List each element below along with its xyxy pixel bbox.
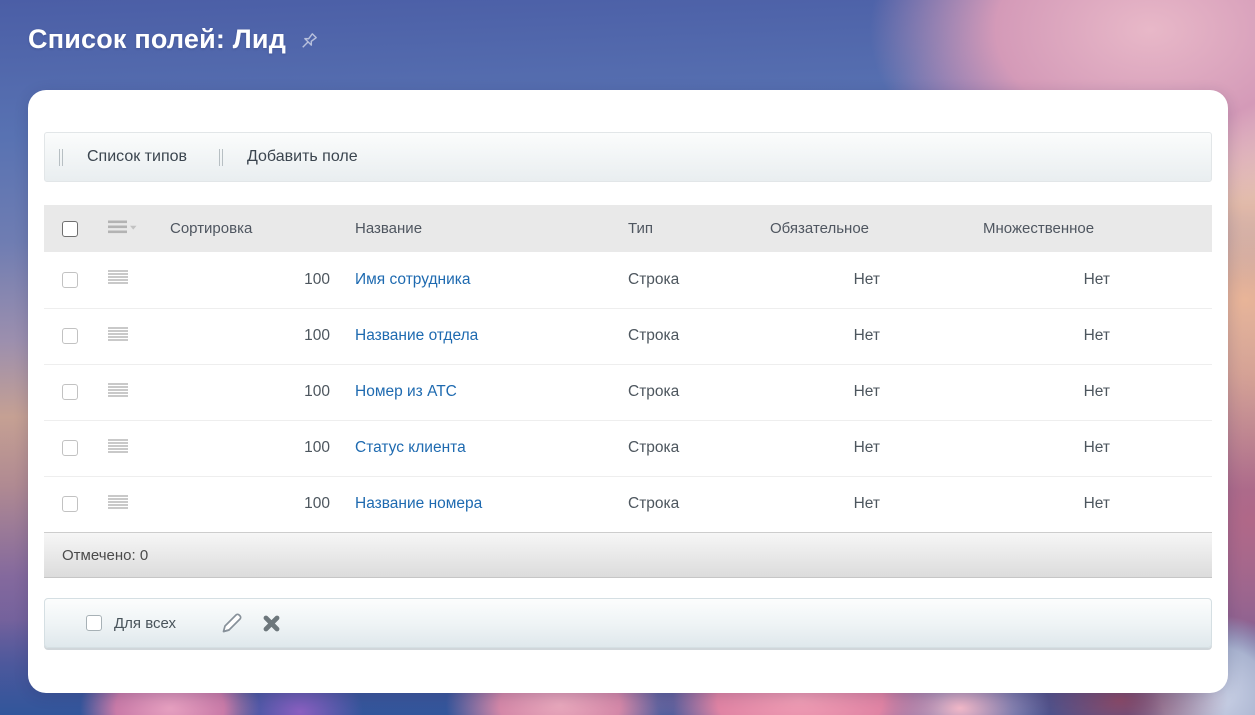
sort-value: 100 [152, 252, 340, 308]
sort-value: 100 [152, 308, 340, 364]
table-row: 100 Имя сотрудника Строка Нет Нет [44, 252, 1212, 308]
for-all-checkbox[interactable] [86, 615, 102, 631]
row-checkbox[interactable] [62, 384, 78, 400]
column-header-required[interactable]: Обязательное [755, 205, 955, 252]
table-row: 100 Название отдела Строка Нет Нет [44, 308, 1212, 364]
field-name-link[interactable]: Номер из АТС [355, 383, 457, 400]
type-value: Строка [620, 252, 755, 308]
field-name-link[interactable]: Имя сотрудника [355, 271, 471, 288]
table-row: 100 Номер из АТС Строка Нет Нет [44, 364, 1212, 420]
required-value: Нет [755, 308, 955, 364]
type-value: Строка [620, 420, 755, 476]
select-all-checkbox[interactable] [62, 221, 78, 237]
type-value: Строка [620, 308, 755, 364]
drag-grip-icon[interactable] [108, 383, 128, 397]
column-header-sort[interactable]: Сортировка [152, 205, 340, 252]
row-checkbox[interactable] [62, 496, 78, 512]
sort-value: 100 [152, 364, 340, 420]
toolbar: Список типов Добавить поле [44, 132, 1212, 182]
multiple-value: Нет [955, 252, 1130, 308]
fields-table: Сортировка Название Тип Обязательное Мно… [44, 205, 1212, 532]
grid-settings-icon[interactable] [108, 219, 138, 235]
drag-grip-icon[interactable] [108, 327, 128, 341]
row-checkbox[interactable] [62, 440, 78, 456]
required-value: Нет [755, 476, 955, 532]
sort-value: 100 [152, 476, 340, 532]
drag-grip-icon[interactable] [108, 495, 128, 509]
table-row: 100 Статус клиента Строка Нет Нет [44, 420, 1212, 476]
add-field-button[interactable]: Добавить поле [223, 148, 376, 166]
field-name-link[interactable]: Статус клиента [355, 439, 466, 456]
sort-value: 100 [152, 420, 340, 476]
table-row: 100 Название номера Строка Нет Нет [44, 476, 1212, 532]
selected-count-bar: Отмечено: 0 [44, 532, 1212, 578]
multiple-value: Нет [955, 364, 1130, 420]
column-header-multiple[interactable]: Множественное [955, 205, 1130, 252]
for-all-label[interactable]: Для всех [114, 615, 176, 632]
page-title: Список полей: Лид [28, 24, 286, 55]
edit-pencil-icon[interactable] [220, 611, 244, 635]
required-value: Нет [755, 420, 955, 476]
required-value: Нет [755, 364, 955, 420]
types-list-button[interactable]: Список типов [63, 148, 205, 166]
selected-count-label: Отмечено: 0 [62, 547, 148, 564]
field-name-link[interactable]: Название номера [355, 495, 482, 512]
field-name-link[interactable]: Название отдела [355, 327, 478, 344]
drag-grip-icon[interactable] [108, 439, 128, 453]
required-value: Нет [755, 252, 955, 308]
table-header-row: Сортировка Название Тип Обязательное Мно… [44, 205, 1212, 252]
drag-grip-icon[interactable] [108, 270, 128, 284]
pin-icon[interactable] [297, 30, 320, 53]
column-header-type[interactable]: Тип [620, 205, 755, 252]
type-value: Строка [620, 364, 755, 420]
delete-cross-icon[interactable] [262, 614, 281, 633]
page-header: Список полей: Лид [28, 24, 320, 55]
group-actions-panel: Для всех [44, 598, 1212, 648]
multiple-value: Нет [955, 476, 1130, 532]
row-checkbox[interactable] [62, 272, 78, 288]
multiple-value: Нет [955, 420, 1130, 476]
row-checkbox[interactable] [62, 328, 78, 344]
type-value: Строка [620, 476, 755, 532]
column-header-name[interactable]: Название [340, 205, 620, 252]
multiple-value: Нет [955, 308, 1130, 364]
fields-list-card: Список типов Добавить поле [28, 90, 1228, 693]
